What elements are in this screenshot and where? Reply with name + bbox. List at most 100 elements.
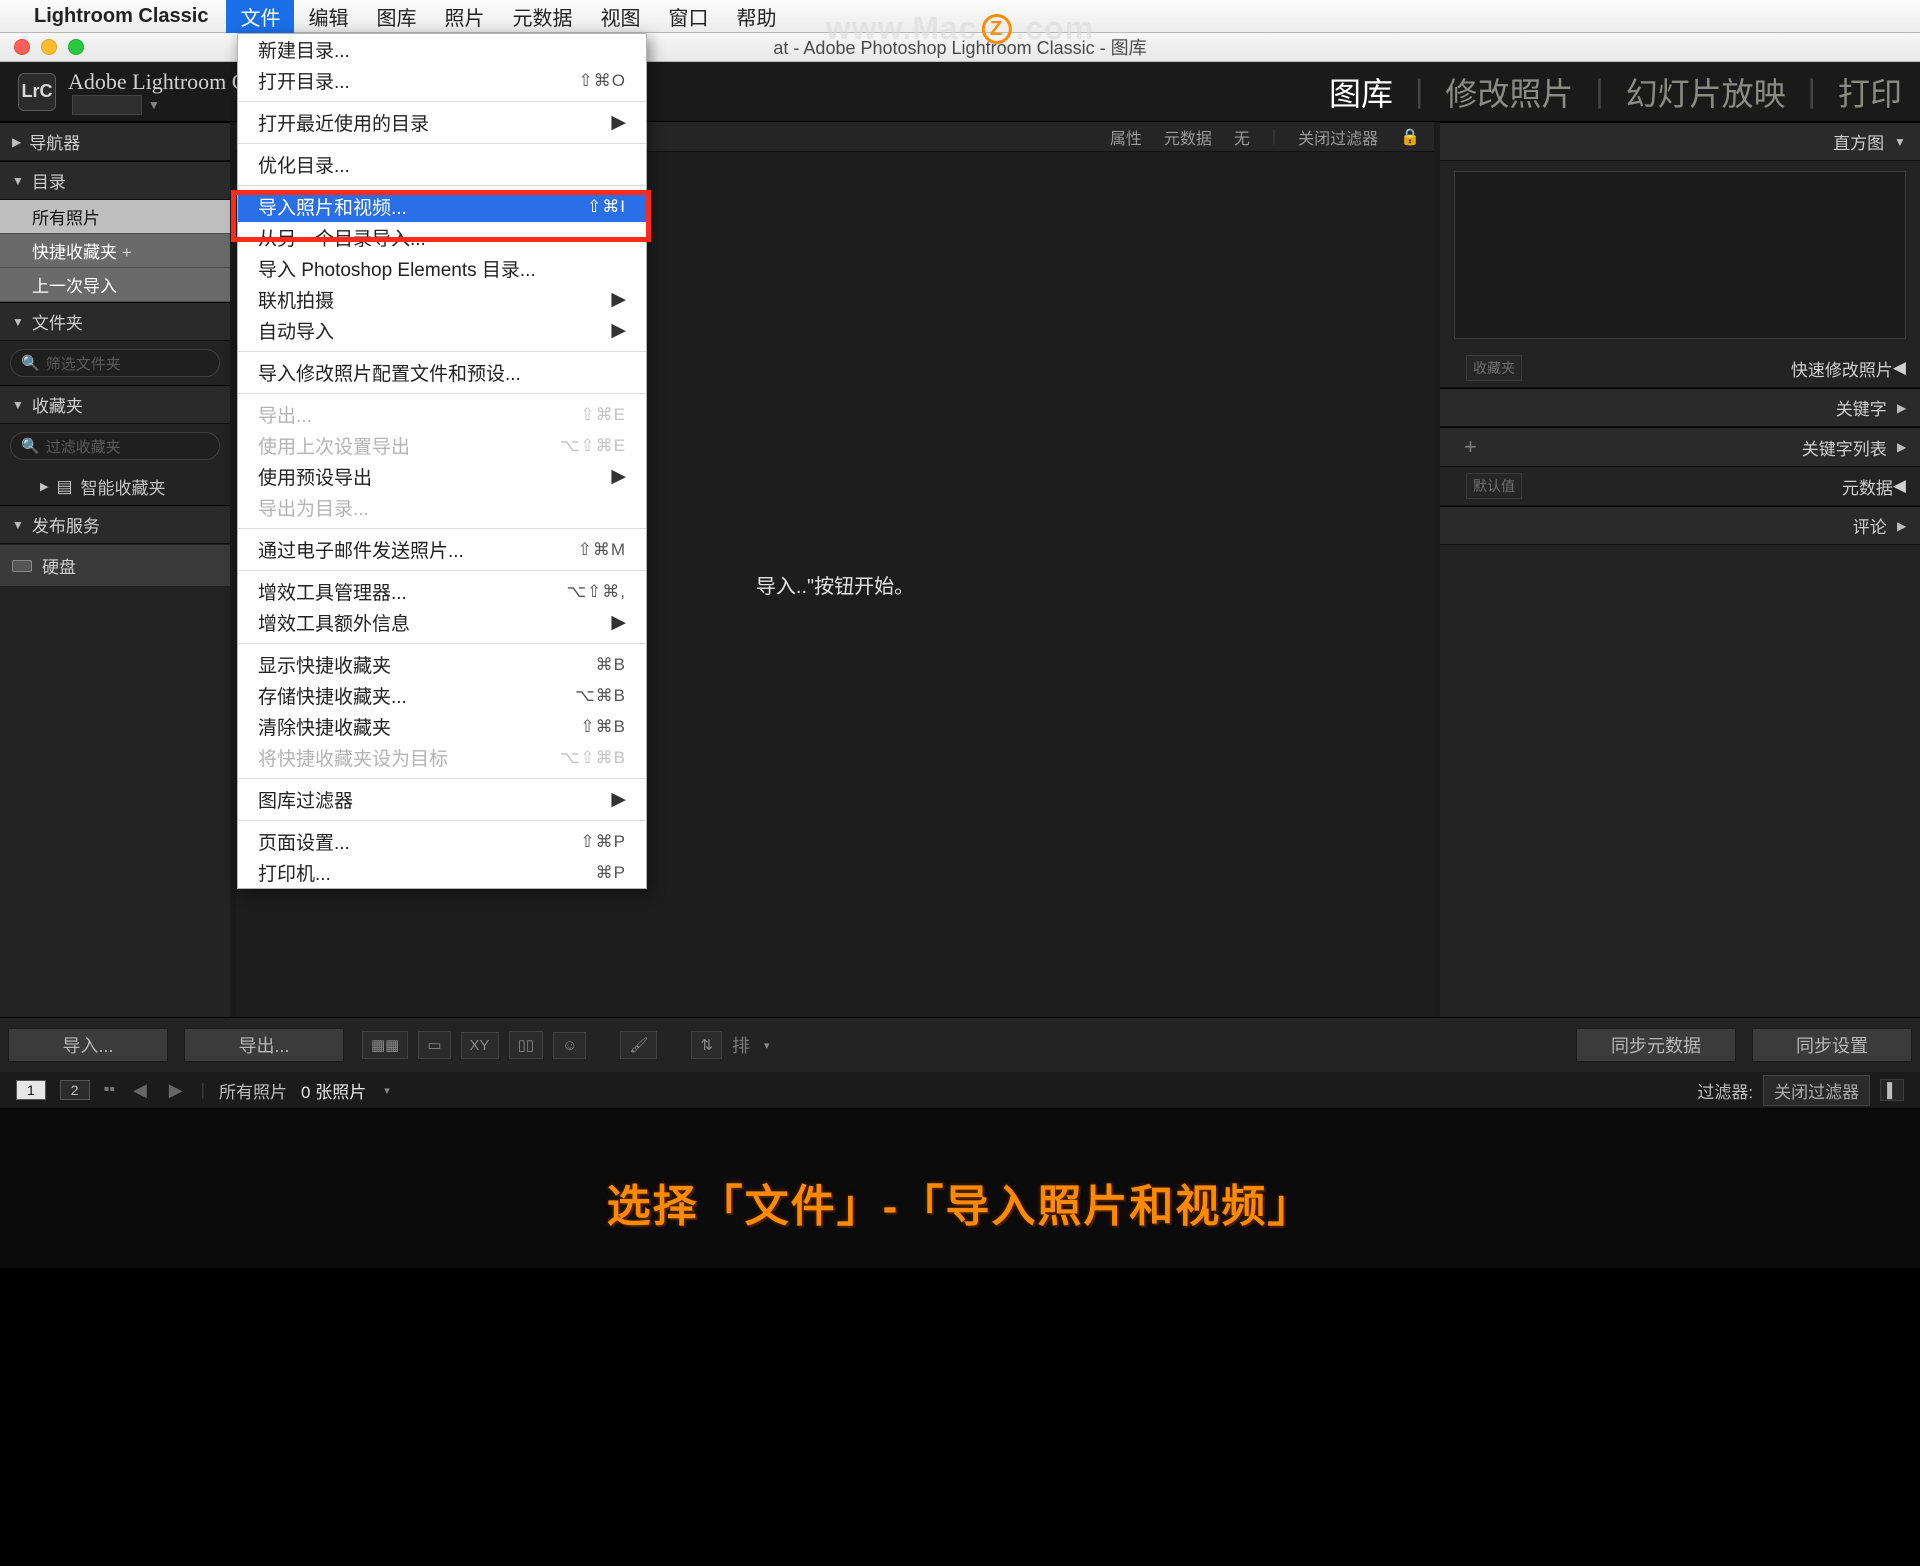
filter-metadata[interactable]: 元数据 [1164,125,1212,149]
menubar-item-library[interactable]: 图库 [362,0,430,35]
plus-icon[interactable]: + [1464,434,1477,460]
menu-item[interactable]: 自动导入▶ [238,315,646,346]
menu-item: 将快捷收藏夹设为目标⌥⇧⌘B [238,742,646,773]
menubar-item-metadata[interactable]: 元数据 [498,0,586,35]
menu-item[interactable]: 打开最近使用的目录▶ [238,107,646,138]
keywordlist-header[interactable]: +关键字列表◀ [1440,427,1920,467]
menu-item-label: 图库过滤器 [258,786,353,813]
collections-header[interactable]: ▼收藏夹 [0,385,230,424]
filter-preset-combo[interactable]: 关闭过滤器 [1763,1075,1870,1106]
menu-item[interactable]: 导入 Photoshop Elements 目录... [238,253,646,284]
next-arrow-icon[interactable]: ▶ [169,1080,183,1101]
menu-item[interactable]: 清除快捷收藏夹⇧⌘B [238,711,646,742]
lock-icon[interactable]: 🔒 [1400,127,1420,147]
module-print[interactable]: 打印 [1838,69,1902,115]
menu-item[interactable]: 导入修改照片配置文件和预设... [238,357,646,388]
menu-item[interactable]: 显示快捷收藏夹⌘B [238,649,646,680]
folders-header[interactable]: ▼文件夹 [0,302,230,341]
menu-separator [238,143,646,144]
sync-settings-button[interactable]: 同步设置 [1752,1028,1912,1062]
menu-shortcut: ⇧⌘O [579,71,626,91]
folders-search-placeholder: 筛选文件夹 [46,353,121,374]
loupe-view-icon[interactable]: ▭ [418,1031,450,1059]
module-develop[interactable]: 修改照片 [1445,69,1573,115]
grid-toggle-icon[interactable]: ▪▪ [104,1081,115,1099]
catalog-all-photos[interactable]: 所有照片 [0,200,230,234]
publish-hdd-label: 硬盘 [42,553,76,578]
primary-display-button[interactable]: 1 [16,1080,46,1100]
menu-item[interactable]: 增效工具额外信息▶ [238,607,646,638]
close-icon[interactable] [14,39,30,55]
triangle-left-icon: ◀ [1893,358,1906,378]
metadata-header[interactable]: 默认值元数据◀ [1440,467,1920,506]
folders-search-input[interactable]: 🔍筛选文件夹 [10,349,220,377]
menu-item[interactable]: 打开目录... ⇧⌘O [238,65,646,96]
menu-item-label: 清除快捷收藏夹 [258,713,391,740]
export-button[interactable]: 导出... [184,1028,344,1062]
filter-switch-icon[interactable]: ▌ [1880,1079,1904,1101]
smart-collections-row[interactable]: ▶▤智能收藏夹 [0,468,230,505]
menubar-item-window[interactable]: 窗口 [654,0,722,35]
publish-harddrive[interactable]: 硬盘 [0,544,230,586]
navigator-header[interactable]: ▶导航器 [0,122,230,161]
module-library[interactable]: 图库 [1329,69,1393,115]
menubar-appname[interactable]: Lightroom Classic [34,5,208,28]
menu-item[interactable]: 导入照片和视频...⇧⌘I [238,191,646,222]
search-icon: 🔍 [21,437,40,455]
filter-off[interactable]: 关闭过滤器 [1298,125,1378,149]
metadata-label: 元数据 [1842,474,1893,499]
quickdev-preset[interactable]: 收藏夹 [1466,355,1522,381]
menu-item[interactable]: 从另一个目录导入... [238,222,646,253]
menu-item[interactable]: 使用预设导出▶ [238,461,646,492]
import-button[interactable]: 导入... [8,1028,168,1062]
menubar-item-edit[interactable]: 编辑 [294,0,362,35]
minimize-icon[interactable] [41,39,57,55]
menu-item[interactable]: 联机拍摄▶ [238,284,646,315]
menu-item[interactable]: 新建目录... [238,34,646,65]
menubar-item-help[interactable]: 帮助 [722,0,790,35]
quickdev-header[interactable]: 收藏夹快速修改照片◀ [1440,349,1920,388]
keywording-header[interactable]: 关键字◀ [1440,388,1920,427]
secondary-display-button[interactable]: 2 [60,1080,90,1100]
sort-direction-icon[interactable]: ⇅ [691,1031,722,1059]
prev-arrow-icon[interactable]: ◀ [133,1080,147,1101]
menubar-item-photo[interactable]: 照片 [430,0,498,35]
survey-view-icon[interactable]: ▯▯ [509,1031,544,1059]
menubar-item-file[interactable]: 文件 [226,0,294,35]
menu-shortcut: ⌥⇧⌘E [560,436,626,456]
sync-metadata-button[interactable]: 同步元数据 [1576,1028,1736,1062]
menu-separator [238,778,646,779]
module-slideshow[interactable]: 幻灯片放映 [1626,69,1786,115]
collections-search-input[interactable]: 🔍过滤收藏夹 [10,432,220,460]
menu-item[interactable]: 存储快捷收藏夹...⌥⌘B [238,680,646,711]
menu-item-label: 打开目录... [258,67,350,94]
people-view-icon[interactable]: ☺ [553,1032,586,1059]
catalog-header[interactable]: ▼目录 [0,161,230,200]
catalog-quick-collection[interactable]: 快捷收藏夹 [0,234,230,268]
comments-header[interactable]: 评论◀ [1440,506,1920,545]
compare-view-icon[interactable]: XY [461,1032,499,1059]
status-source[interactable]: 所有照片 [219,1078,287,1103]
metadata-preset[interactable]: 默认值 [1466,473,1522,499]
menu-item[interactable]: 增效工具管理器...⌥⇧⌘, [238,576,646,607]
identity-plate-menu[interactable] [72,95,142,115]
chevron-down-icon[interactable]: ▾ [384,1084,390,1097]
menu-item[interactable]: 页面设置...⇧⌘P [238,826,646,857]
filter-attribute[interactable]: 属性 [1110,125,1142,149]
histogram-header[interactable]: 直方图▼ [1440,122,1920,161]
filter-none[interactable]: 无 [1234,125,1250,149]
zoom-icon[interactable] [68,39,84,55]
publish-header[interactable]: ▼发布服务 [0,505,230,544]
menu-separator [238,351,646,352]
grid-view-icon[interactable]: ▦▦ [362,1031,408,1059]
menubar-item-view[interactable]: 视图 [586,0,654,35]
sort-label[interactable]: 排 [732,1032,750,1058]
menu-item[interactable]: 图库过滤器▶ [238,784,646,815]
module-picker: 图库| 修改照片| 幻灯片放映| 打印 [1329,69,1902,115]
catalog-previous-import[interactable]: 上一次导入 [0,268,230,302]
painter-icon[interactable]: 🖌 [620,1031,657,1059]
menu-item[interactable]: 优化目录... [238,149,646,180]
menu-item-label: 打开最近使用的目录 [258,109,429,136]
menu-item[interactable]: 打印机...⌘P [238,857,646,888]
menu-item[interactable]: 通过电子邮件发送照片...⇧⌘M [238,534,646,565]
